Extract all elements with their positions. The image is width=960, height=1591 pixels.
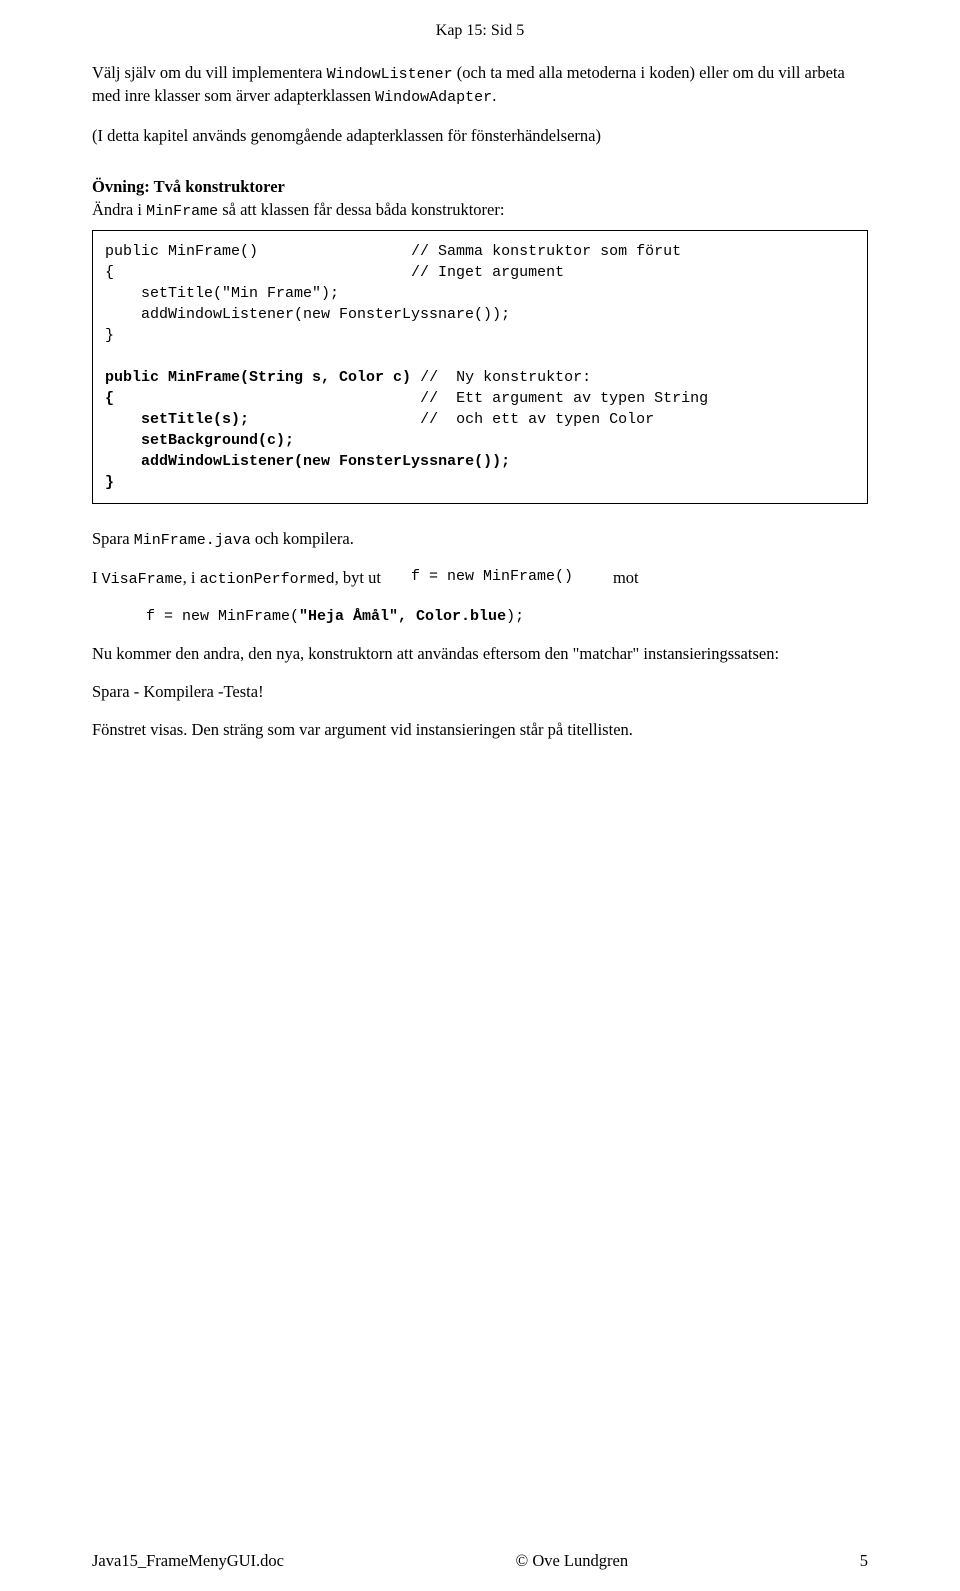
code-line xyxy=(105,411,141,428)
code-line: // Ny konstruktor: xyxy=(411,369,591,386)
code-line-bold: public MinFrame(String s, Color c) xyxy=(105,369,411,386)
code-bold-args: "Heja Åmål", Color.blue xyxy=(299,608,506,625)
page-header: Kap 15: Sid 5 xyxy=(92,22,868,40)
after-text-4d: mot xyxy=(613,567,639,590)
intro-text-1c: . xyxy=(492,86,496,105)
after-text-3b: och kompilera. xyxy=(251,529,354,548)
code-line xyxy=(105,453,141,470)
after-paragraph-5: Nu kommer den andra, den nya, konstrukto… xyxy=(92,643,868,665)
after-text-4a: I xyxy=(92,568,102,587)
code-line xyxy=(105,432,141,449)
code-line: } xyxy=(105,327,114,344)
after-paragraph-6: Spara - Kompilera -Testa! xyxy=(92,681,868,703)
code-line: addWindowListener(new FonsterLyssnare())… xyxy=(105,306,510,323)
after-text-4b: , i xyxy=(183,568,200,587)
intro-text-1a: Välj själv om du vill implementera xyxy=(92,63,327,82)
footer-center: © Ove Lundgren xyxy=(516,1551,628,1571)
footer-left: Java15_FrameMenyGUI.doc xyxy=(92,1551,284,1571)
after-paragraph-4: I VisaFrame, i actionPerformed, byt ut f… xyxy=(92,567,868,590)
code-line-bold: { xyxy=(105,390,114,407)
exercise-title: Övning: Två konstruktorer xyxy=(92,177,868,197)
code-line-bold: setBackground(c); xyxy=(141,432,294,449)
code-block-constructors: public MinFrame() // Samma konstruktor s… xyxy=(92,230,868,504)
after-text-4c: , byt ut xyxy=(335,568,381,587)
code-inline-old-call: f = new MinFrame() xyxy=(411,567,573,590)
code-inline-windowadapter: WindowAdapter xyxy=(375,89,492,106)
after-text-3a: Spara xyxy=(92,529,134,548)
code-inline-minframe: MinFrame xyxy=(146,203,218,220)
code-line: // och ett av typen Color xyxy=(249,411,654,428)
code-line-bold: addWindowListener(new FonsterLyssnare())… xyxy=(141,453,510,470)
exercise-text-b: så att klassen får dessa båda konstrukto… xyxy=(218,200,504,219)
intro-paragraph-1: Välj själv om du vill implementera Windo… xyxy=(92,62,868,109)
code-line: public MinFrame() // Samma konstruktor s… xyxy=(105,243,681,260)
code-line: // Ett argument av typen String xyxy=(114,390,708,407)
code-line: { // Inget argument xyxy=(105,264,564,281)
code-inline-windowlistener: WindowListener xyxy=(327,66,453,83)
code-inline-actionperformed: actionPerformed xyxy=(200,571,335,588)
page-footer: Java15_FrameMenyGUI.doc © Ove Lundgren 5 xyxy=(92,1551,868,1571)
exercise-text-a: Ändra i xyxy=(92,200,146,219)
code-inline-new-call: f = new MinFrame("Heja Åmål", Color.blue… xyxy=(92,607,868,627)
intro-paragraph-2: (I detta kapitel används genomgående ada… xyxy=(92,125,868,147)
code-inline-visaframe: VisaFrame xyxy=(102,571,183,588)
code-inline-filename: MinFrame.java xyxy=(134,532,251,549)
after-paragraph-7: Fönstret visas. Den sträng som var argum… xyxy=(92,719,868,741)
footer-right: 5 xyxy=(860,1551,868,1571)
code-line-bold: setTitle(s); xyxy=(141,411,249,428)
code-line-bold: } xyxy=(105,474,114,491)
code-line: setTitle("Min Frame"); xyxy=(105,285,339,302)
page: Kap 15: Sid 5 Välj själv om du vill impl… xyxy=(0,0,960,1591)
after-paragraph-3: Spara MinFrame.java och kompilera. xyxy=(92,528,868,551)
exercise-line: Ändra i MinFrame så att klassen får dess… xyxy=(92,199,868,222)
